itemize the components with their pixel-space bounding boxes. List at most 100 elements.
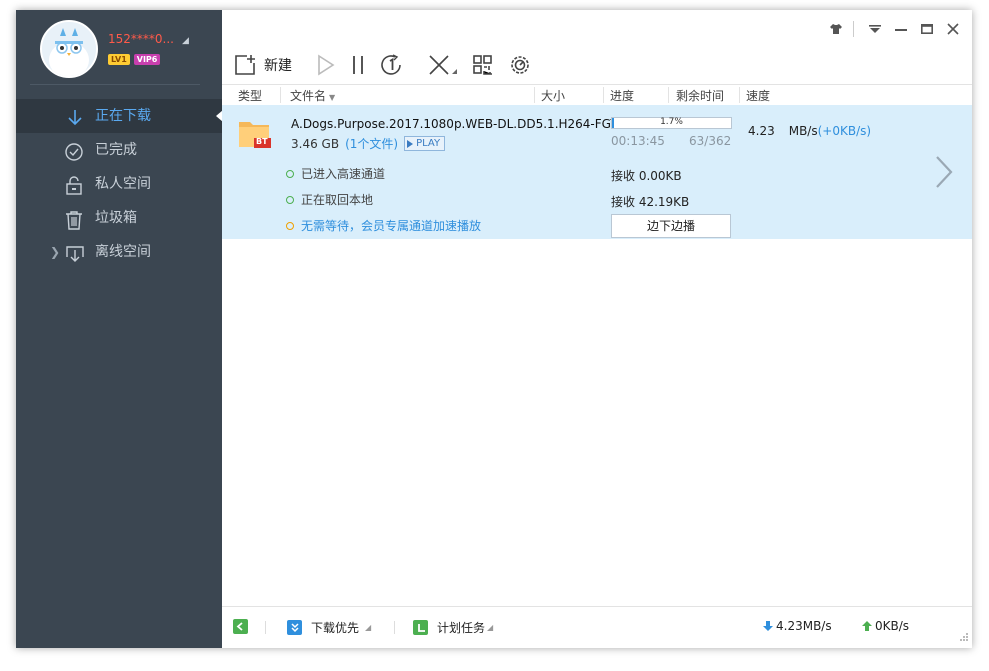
sidebar-divider (30, 84, 200, 85)
play-badge[interactable]: PLAY (404, 136, 446, 151)
collapse-sidebar-button[interactable] (233, 619, 248, 634)
status-text: 正在取回本地 (301, 193, 374, 207)
sidebar-item-offline[interactable]: ❯ 离线空间 (16, 235, 222, 269)
progress-bar: 1.7% (611, 117, 732, 129)
recv-1: 接收 0.00KB (611, 169, 682, 183)
caret-down-icon: ◢ (181, 36, 189, 46)
main-panel: 新建 类型 文件名 ▼ 大小 进度 剩余时间 速度 BT A.Dogs.Purp… (222, 10, 972, 648)
col-divider (603, 87, 604, 103)
status-dot-icon (286, 221, 294, 230)
lock-icon (64, 175, 86, 195)
column-header: 类型 文件名 ▼ 大小 进度 剩余时间 速度 (222, 84, 972, 106)
qrcode-button[interactable] (472, 54, 494, 76)
new-file-icon (235, 55, 255, 75)
delete-button[interactable] (428, 54, 458, 76)
sidebar-nav: 正在下载 已完成 私人空间 垃圾箱 ❯ 离线空间 (16, 99, 223, 269)
sidebar-item-label: 已完成 (95, 142, 137, 158)
status-line-2: 正在取回本地 (286, 191, 373, 208)
status-text: 已进入高速通道 (301, 167, 386, 181)
status-dot-icon (286, 195, 294, 204)
avatar[interactable] (40, 20, 98, 78)
sidebar-item-label: 私人空间 (95, 176, 151, 192)
chevron-right-icon[interactable]: ❯ (50, 235, 60, 269)
close-icon[interactable] (942, 18, 964, 40)
status-line-3[interactable]: 无需等待，会员专属通道加速播放 (286, 217, 481, 234)
file-type-label: BT (256, 137, 268, 146)
bt-file-icon: BT (238, 118, 272, 148)
toolbar: 新建 (234, 50, 546, 80)
window-controls (821, 18, 972, 40)
status-line-1: 已进入高速通道 (286, 165, 385, 182)
sidebar-item-label: 正在下载 (95, 108, 151, 124)
table-row[interactable]: BT A.Dogs.Purpose.2017.1080p.WEB-DL.DD5.… (222, 105, 972, 239)
col-divider (280, 87, 281, 103)
sidebar-item-downloading[interactable]: 正在下载 (16, 99, 223, 133)
new-task-button[interactable]: 新建 (234, 54, 292, 76)
sort-caret-icon: ▼ (329, 93, 336, 102)
download-priority-button[interactable]: 下载优先 ◢ (287, 619, 371, 636)
vip-promo-link[interactable]: 无需等待，会员专属通道加速播放 (301, 217, 481, 234)
priority-label: 下载优先 (311, 621, 360, 635)
speed-value: 4.23 (748, 124, 775, 138)
task-speed: 4.23 MB/s(+0KB/s) (748, 124, 871, 138)
upload-speed-indicator: 0KB/s (861, 619, 909, 633)
file-count-link[interactable]: (1个文件) (345, 135, 398, 152)
trash-icon (64, 209, 86, 230)
username-text: 152****0... (108, 32, 174, 46)
arrow-left-icon (233, 619, 248, 634)
col-divider (534, 87, 535, 103)
scheduled-task-button[interactable]: 计划任务 ◢ (413, 619, 493, 636)
cloud-download-icon (64, 243, 86, 263)
stream-play-button[interactable]: 边下边播 (611, 214, 731, 238)
col-name[interactable]: 文件名 ▼ (290, 87, 335, 104)
col-type[interactable]: 类型 (238, 87, 262, 104)
play-triangle-icon (407, 139, 414, 148)
statusbar-separator (394, 621, 395, 634)
delete-x-icon (429, 55, 457, 75)
new-task-label: 新建 (264, 58, 292, 74)
col-progress[interactable]: 进度 (610, 87, 634, 104)
start-button[interactable] (316, 54, 336, 76)
skin-icon[interactable] (825, 18, 847, 40)
col-remaining[interactable]: 剩余时间 (676, 87, 724, 104)
sidebar-item-trash[interactable]: 垃圾箱 (16, 201, 222, 235)
app-window: 152****0... ◢ LV1 VIP6 正在下载 已完成 私人空间 垃圾箱… (16, 10, 972, 648)
col-divider (739, 87, 740, 103)
single-mode-icon (381, 54, 401, 75)
sidebar-item-private[interactable]: 私人空间 (16, 167, 222, 201)
pieces-count: 63/362 (689, 134, 732, 148)
status-dot-icon (286, 169, 294, 178)
col-size[interactable]: 大小 (541, 87, 565, 104)
username[interactable]: 152****0... ◢ (108, 32, 189, 46)
play-badge-label: PLAY (416, 138, 441, 149)
sidebar-item-completed[interactable]: 已完成 (16, 133, 222, 167)
pause-icon (353, 56, 363, 74)
dropdown-caret-icon: ◢ (365, 623, 372, 632)
sidebar-item-label: 垃圾箱 (95, 210, 137, 226)
task-size-line: 3.46 GB (1个文件) PLAY (291, 135, 446, 152)
maximize-icon[interactable] (916, 18, 938, 40)
speed-unit: MB/s (788, 124, 818, 138)
arrow-up-icon (862, 621, 872, 631)
sidebar: 152****0... ◢ LV1 VIP6 正在下载 已完成 私人空间 垃圾箱… (16, 10, 223, 648)
col-name-label: 文件名 (290, 89, 327, 103)
upload-speed: 0KB/s (875, 619, 910, 633)
resize-grip-icon[interactable] (959, 630, 968, 645)
chevron-right-icon[interactable] (934, 155, 954, 193)
play-icon (318, 54, 335, 76)
settings-button[interactable] (508, 53, 532, 77)
level-badge: LV1 (108, 54, 130, 65)
download-arrow-icon (64, 107, 86, 127)
col-speed[interactable]: 速度 (746, 87, 770, 104)
priority-icon (287, 620, 302, 635)
sidebar-item-label: 离线空间 (95, 244, 151, 260)
menu-icon[interactable] (864, 18, 886, 40)
pause-button[interactable] (350, 54, 366, 76)
minimize-icon[interactable] (890, 18, 912, 40)
status-bar: 下载优先 ◢ 计划任务 ◢ 4.23MB/s 0KB/s (222, 606, 972, 648)
recv-2: 接收 42.19KB (611, 195, 690, 209)
speed-gear-icon (511, 56, 529, 74)
arrow-down-icon (763, 621, 773, 631)
speed-up: (+0KB/s) (817, 124, 872, 138)
single-task-button[interactable] (380, 53, 404, 77)
